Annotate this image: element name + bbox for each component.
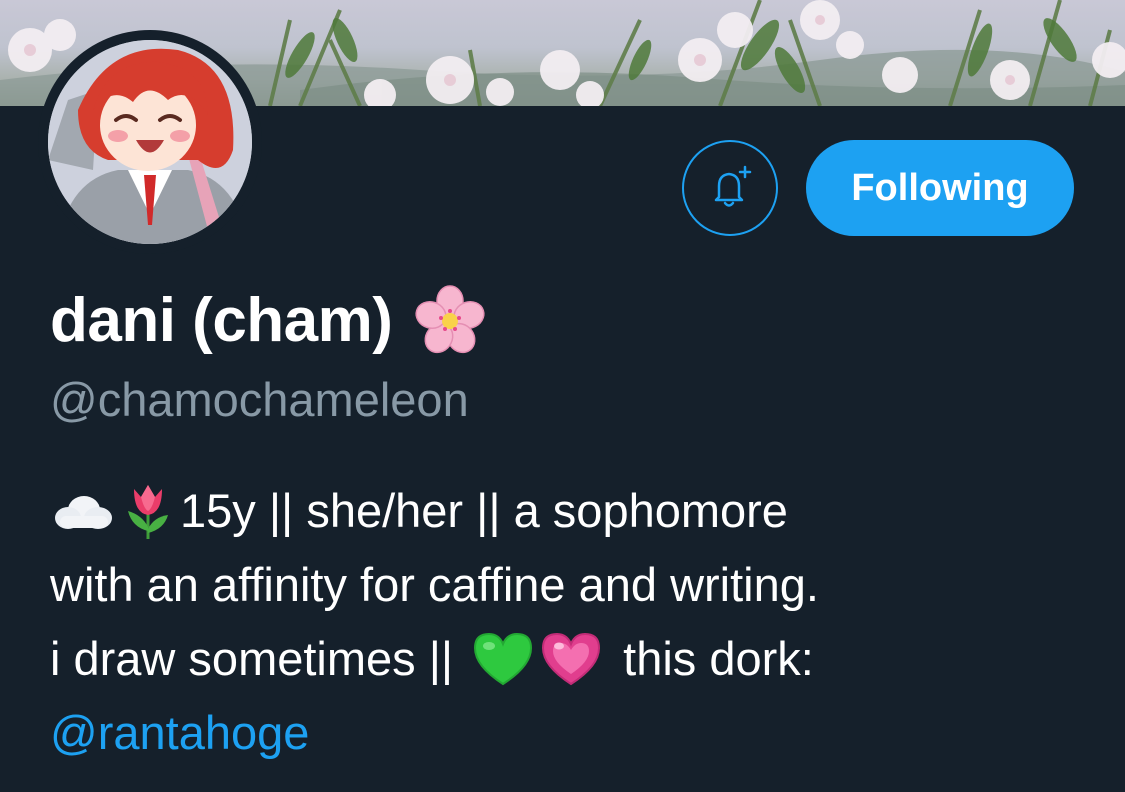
bio-line: i draw sometimes || this dork: <box>50 622 1090 696</box>
tulip-icon <box>120 481 176 541</box>
display-name: dani (cham) <box>50 280 486 360</box>
following-button[interactable]: Following <box>806 140 1074 236</box>
bio-line: 15y || she/her || a sophomore <box>50 474 1090 548</box>
avatar-image <box>48 40 252 244</box>
bio-text: this dork: <box>623 632 814 685</box>
username-handle: @chamochameleon <box>50 373 469 426</box>
bell-plus-icon <box>705 163 755 213</box>
green-heart-icon <box>471 630 535 688</box>
bio-text: i draw sometimes || <box>50 632 454 685</box>
profile-page: Following dani (cham) @chamochameleon 15… <box>0 0 1125 792</box>
bio-line: @rantahoge <box>50 696 1090 770</box>
notifications-toggle-button[interactable] <box>682 140 778 236</box>
sparkling-heart-icon <box>539 630 603 688</box>
profile-bio: 15y || she/her || a sophomore with an af… <box>50 474 1090 770</box>
bio-text: with an affinity for caffine and writing… <box>50 558 819 611</box>
following-button-label: Following <box>851 166 1029 209</box>
avatar[interactable] <box>38 30 262 254</box>
bio-line: with an affinity for caffine and writing… <box>50 548 1090 622</box>
display-name-text: dani (cham) <box>50 285 393 355</box>
cherry-blossom-icon <box>414 284 486 356</box>
bio-text: 15y || she/her || a sophomore <box>180 484 788 537</box>
mention-link[interactable]: @rantahoge <box>50 696 309 770</box>
cloud-icon <box>50 486 116 536</box>
